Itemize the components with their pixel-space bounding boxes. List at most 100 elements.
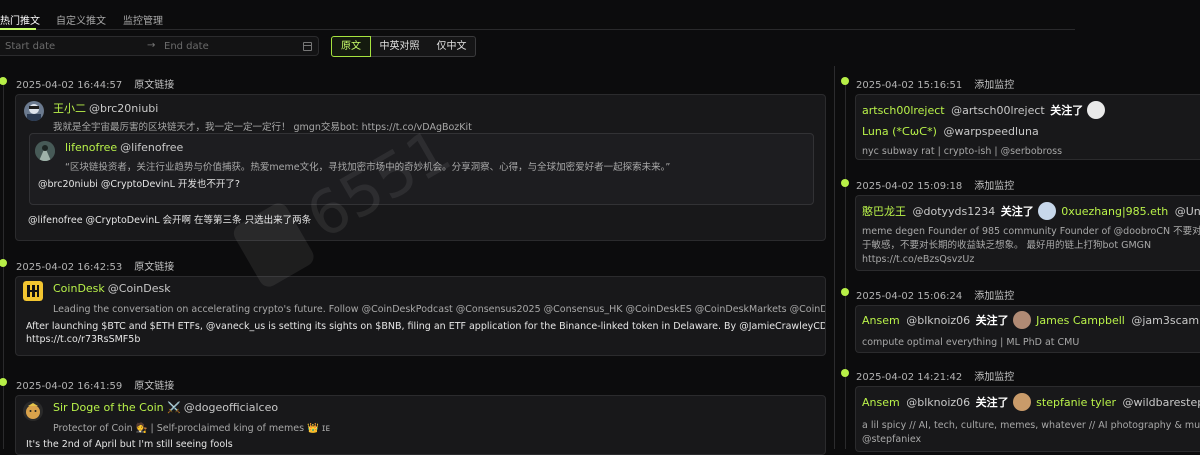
target-avatar — [1037, 202, 1056, 220]
author-handle[interactable]: @brc20niubi — [89, 102, 158, 115]
follow-card: Ansem @blknoiz06 关注了 James Campbell @jam… — [855, 305, 1200, 353]
top-tabs: 热门推文 自定义推文 监控管理 — [0, 0, 1075, 30]
author-bio: Protector of Coin 🧑‍⚖️ | Self-proclaimed… — [53, 423, 331, 434]
right-timeline-line — [845, 80, 846, 449]
tab-hot-tweets[interactable]: 热门推文 — [0, 12, 40, 27]
tweet-card: Sir Doge of the Coin ⚔️ @dogeofficialceo … — [15, 395, 826, 455]
calendar-icon[interactable] — [303, 42, 312, 51]
target-bio-line: a lil spicy // AI, tech, culture, memes,… — [862, 420, 1200, 431]
tweet-timestamp: 2025-04-02 16:42:53 — [16, 262, 123, 273]
follow-timestamp: 2025-04-02 14:21:42 — [856, 372, 963, 383]
author-line: 王小二 @brc20niubi — [53, 100, 158, 116]
target-bio-line: meme degen Founder of 985 community Foun… — [862, 226, 1200, 237]
target-name[interactable]: stepfanie tyler — [1036, 396, 1116, 409]
quoted-author-name[interactable]: lifenofree — [65, 141, 117, 154]
avatar — [24, 101, 44, 121]
follow-meta: 2025-04-02 15:16:51 添加监控 — [856, 76, 1014, 91]
author-handle[interactable]: @CoinDesk — [108, 282, 171, 295]
follow-timestamp: 2025-04-02 15:09:18 — [856, 181, 963, 192]
add-monitor-link[interactable]: 添加监控 — [974, 372, 1014, 383]
mode-original-button[interactable]: 原文 — [331, 36, 371, 57]
original-link[interactable]: 原文链接 — [134, 80, 174, 91]
date-range-picker[interactable]: Start date → End date — [0, 36, 319, 56]
target-avatar — [1012, 393, 1031, 411]
target-handle[interactable]: @Unipioneer — [1175, 205, 1200, 218]
follow-card: 憨巴龙王 @dotyyds1234 关注了 0xuezhang|985.eth … — [855, 195, 1200, 271]
quoted-tweet[interactable]: lifenofree @lifenofree “区块链投资者，关注行业趋势与价值捕… — [29, 133, 814, 205]
add-monitor-link[interactable]: 添加监控 — [974, 181, 1014, 192]
timeline-dot — [0, 378, 7, 386]
tweet-meta: 2025-04-02 16:44:57 原文链接 — [16, 76, 174, 91]
timeline-dot — [841, 369, 849, 377]
end-date-input[interactable]: End date — [164, 41, 209, 52]
tweet-meta: 2025-04-02 16:42:53 原文链接 — [16, 258, 174, 273]
follower-name[interactable]: artsch00lreject — [862, 104, 945, 117]
timeline-dot — [841, 288, 849, 296]
author-line: CoinDesk @CoinDesk — [53, 282, 171, 295]
target-name[interactable]: James Campbell — [1036, 314, 1125, 327]
author-line: Sir Doge of the Coin ⚔️ @dogeofficialceo — [53, 401, 278, 414]
follow-timestamp: 2025-04-02 15:16:51 — [856, 80, 963, 91]
target-avatar — [1087, 101, 1106, 119]
tweet-timestamp: 2025-04-02 16:44:57 — [16, 80, 123, 91]
target-name[interactable]: Luna (*ᑕωᑕ*) — [862, 125, 937, 138]
follower-handle[interactable]: @blknoiz06 — [906, 396, 970, 409]
follow-card: artsch00lreject @artsch00lreject 关注了 Lun… — [855, 94, 1200, 160]
tab-monitor-management[interactable]: 监控管理 — [123, 12, 163, 27]
column-divider — [834, 66, 835, 449]
target-bio-link[interactable]: https://t.co/eBzsQsvzUz — [862, 253, 974, 266]
tweet-card: 王小二 @brc20niubi 我就是全宇宙最厉害的区块链天才，我一定一定一定行！… — [15, 94, 826, 241]
follow-verb: 关注了 — [1000, 205, 1034, 218]
quoted-author-handle[interactable]: @lifenofree — [120, 141, 183, 154]
author-name[interactable]: CoinDesk — [53, 282, 105, 295]
follower-name[interactable]: Ansem — [862, 396, 900, 409]
add-monitor-link[interactable]: 添加监控 — [974, 291, 1014, 302]
coindesk-logo-icon — [23, 281, 43, 301]
follower-handle[interactable]: @dotyyds1234 — [913, 205, 996, 218]
tweet-text: It's the 2nd of April but I'm still seei… — [26, 439, 233, 450]
follow-timestamp: 2025-04-02 15:06:24 — [856, 291, 963, 302]
author-name[interactable]: 王小二 — [53, 102, 86, 115]
timeline-dot — [0, 77, 7, 85]
follow-line: Ansem @blknoiz06 关注了 James Campbell @jam… — [862, 311, 1200, 330]
target-handle[interactable]: @wildbarestepf — [1123, 396, 1200, 409]
follower-name[interactable]: Ansem — [862, 314, 900, 327]
follow-line: 憨巴龙王 @dotyyds1234 关注了 0xuezhang|985.eth … — [862, 202, 1200, 221]
target-line: Luna (*ᑕωᑕ*) @warpspeedluna — [862, 125, 1039, 139]
target-handle[interactable]: @warpspeedluna — [943, 125, 1038, 138]
follow-line: artsch00lreject @artsch00lreject 关注了 — [862, 101, 1107, 120]
follow-verb: 关注了 — [975, 314, 1009, 327]
add-monitor-link[interactable]: 添加监控 — [974, 80, 1014, 91]
tweet-link-text[interactable]: https://t.co/r73RsSMF5b — [26, 333, 140, 346]
target-bio: compute optimal everything | ML PhD at C… — [862, 337, 1080, 348]
avatar — [35, 141, 55, 161]
original-link[interactable]: 原文链接 — [134, 262, 174, 273]
follow-verb: 关注了 — [975, 396, 1009, 409]
tab-custom-tweets[interactable]: 自定义推文 — [56, 12, 106, 27]
target-avatar — [1012, 311, 1031, 329]
timeline-dot — [841, 77, 849, 85]
mode-bilingual-button[interactable]: 中英对照 — [371, 36, 429, 57]
target-name[interactable]: 0xuezhang|985.eth — [1061, 205, 1168, 218]
follower-handle[interactable]: @artsch00lreject — [951, 104, 1045, 117]
range-arrow-icon: → — [147, 40, 156, 51]
original-link[interactable]: 原文链接 — [134, 381, 174, 392]
quoted-author-line: lifenofree @lifenofree — [65, 141, 183, 154]
tweet-text: @lifenofree @CryptoDevinL 会开啊 在等第三条 只选出来… — [28, 215, 312, 226]
avatar — [23, 401, 43, 421]
timeline-dot — [0, 259, 7, 267]
target-handle[interactable]: @jam3scampbell — [1131, 314, 1200, 327]
follow-meta: 2025-04-02 15:09:18 添加监控 — [856, 177, 1014, 192]
author-name[interactable]: Sir Doge of the Coin ⚔️ — [53, 401, 181, 414]
timeline-dot — [841, 179, 849, 187]
active-tab-indicator — [0, 28, 36, 30]
tweet-text: After launching $BTC and $ETH ETFs, @van… — [26, 321, 826, 332]
author-bio: Leading the conversation on accelerating… — [53, 304, 826, 315]
follower-name[interactable]: 憨巴龙王 — [862, 205, 906, 218]
author-handle[interactable]: @dogeofficialceo — [184, 401, 278, 414]
start-date-input[interactable]: Start date — [5, 41, 55, 52]
follower-handle[interactable]: @blknoiz06 — [906, 314, 970, 327]
mode-chinese-only-button[interactable]: 仅中文 — [428, 36, 476, 57]
follow-meta: 2025-04-02 15:06:24 添加监控 — [856, 287, 1014, 302]
target-bio-line[interactable]: @stepfaniex — [862, 433, 921, 446]
